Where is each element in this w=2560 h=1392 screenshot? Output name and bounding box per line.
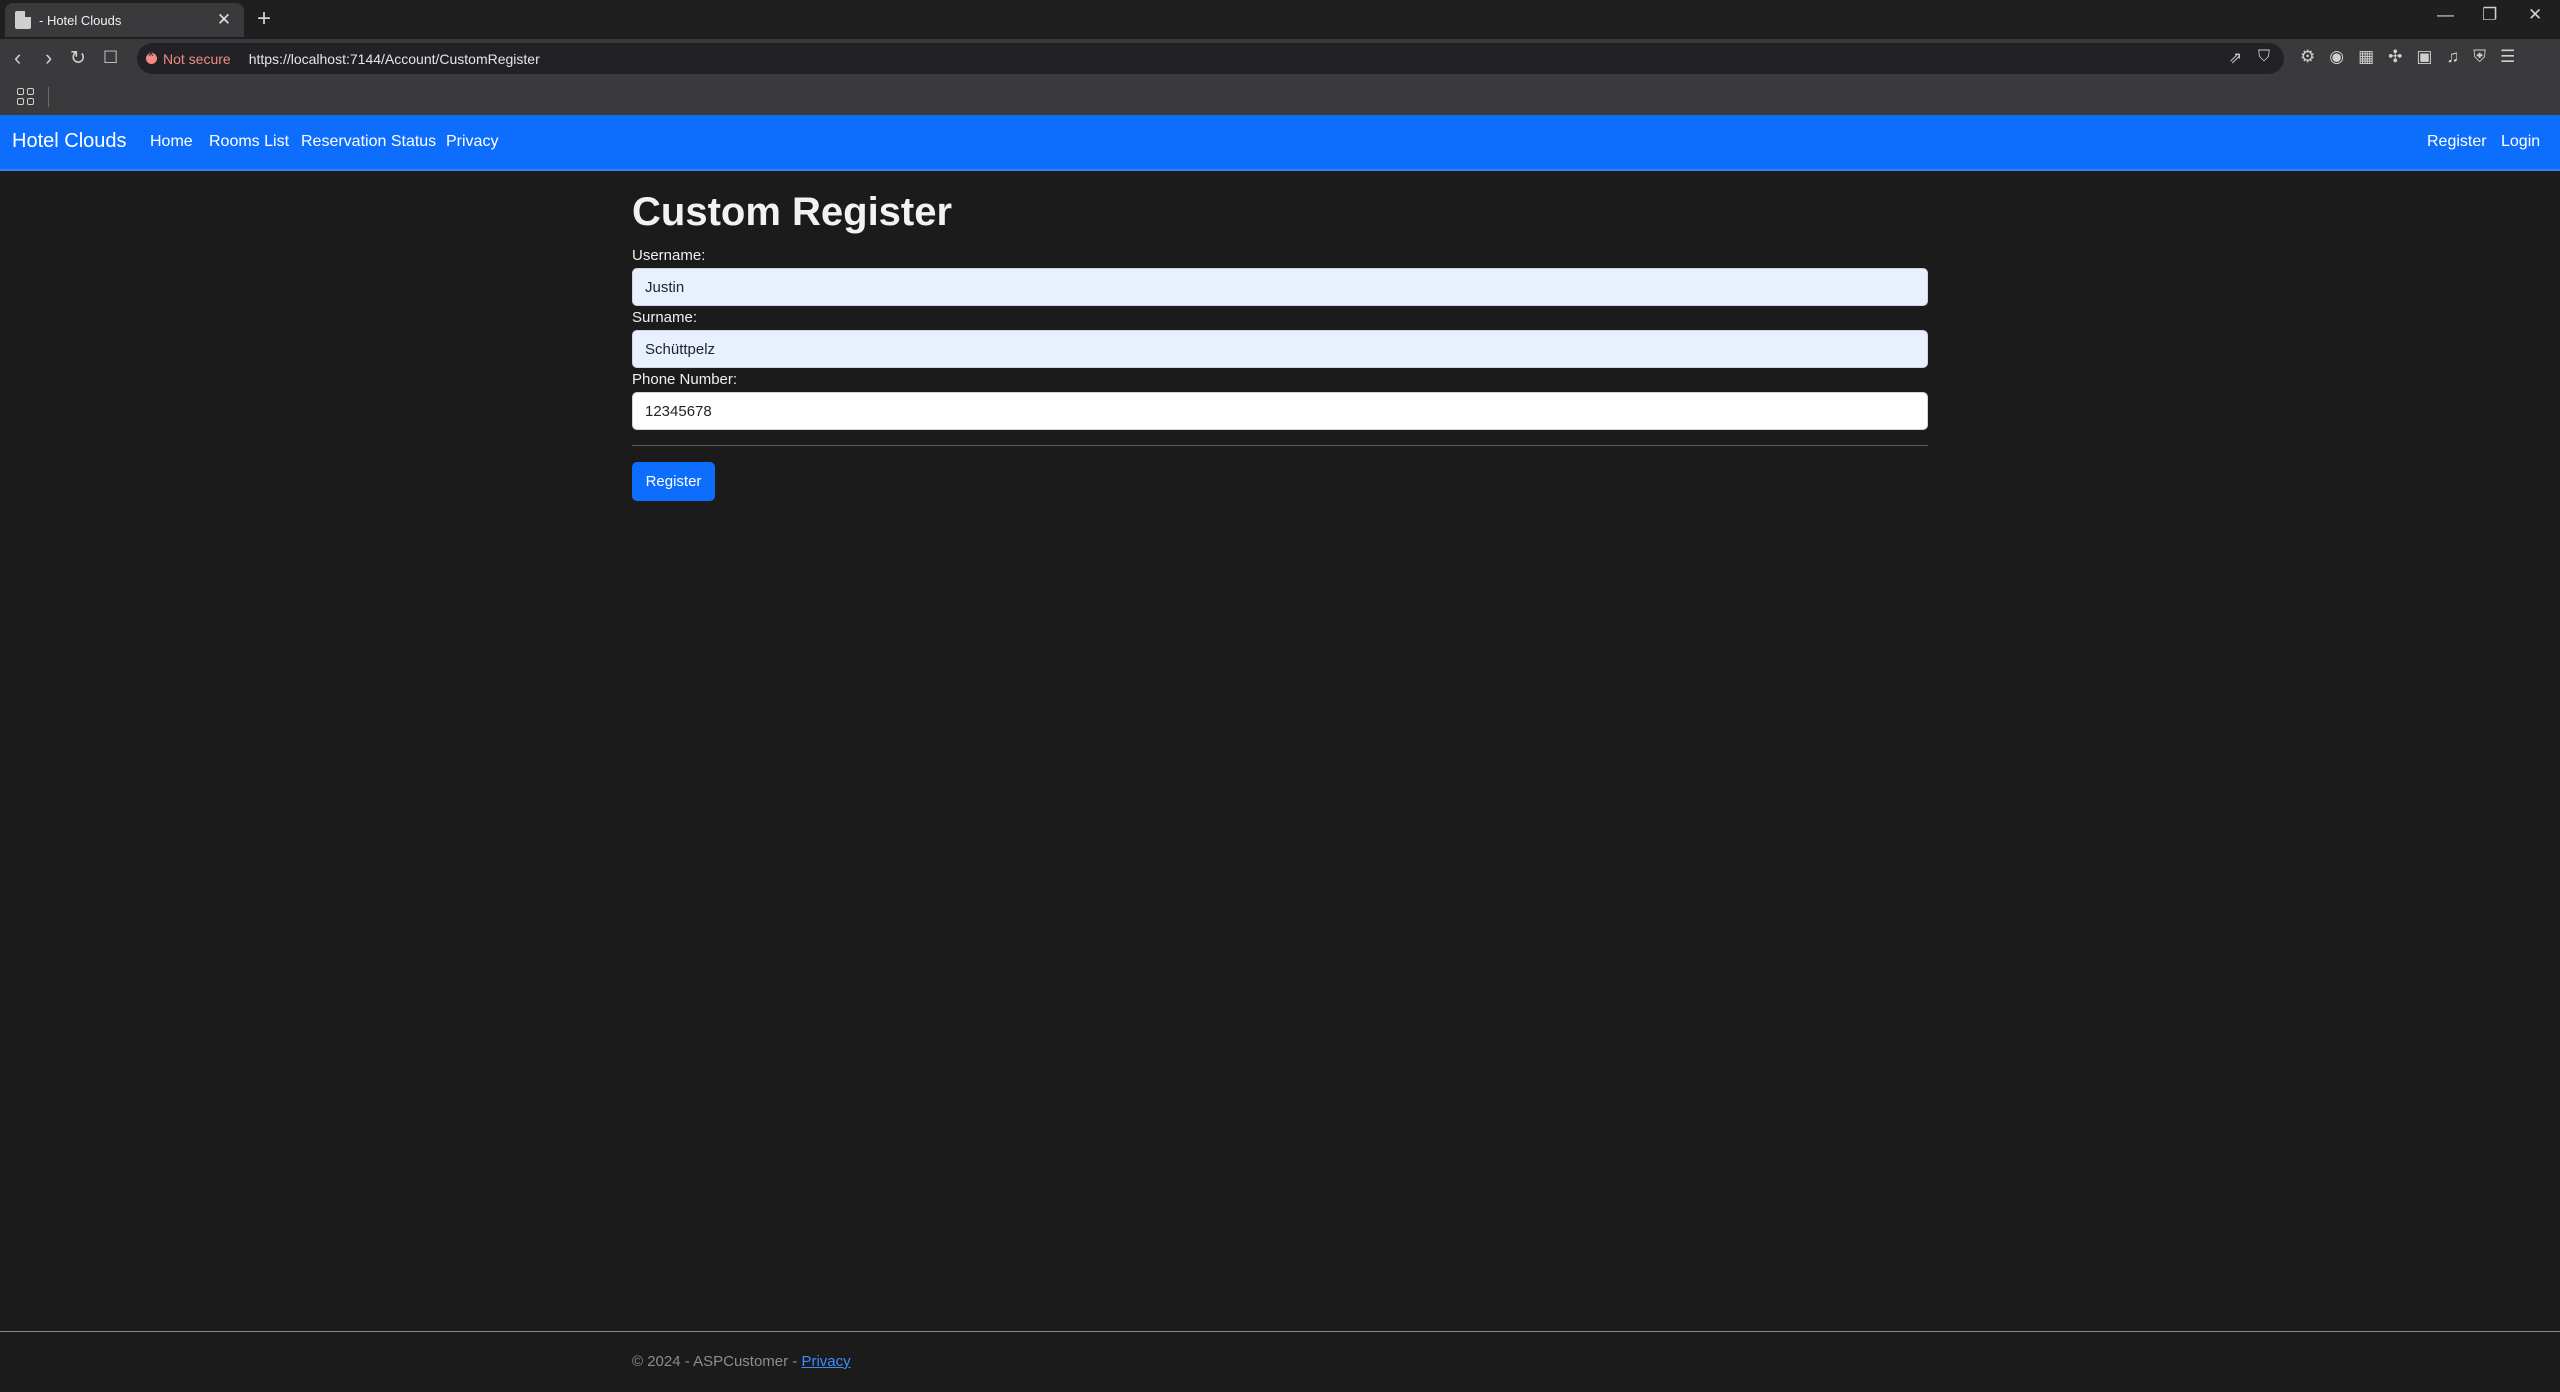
username-label: Username: [632, 247, 706, 264]
share-icon[interactable]: ⇗ [2229, 48, 2242, 68]
register-button[interactable]: Register [632, 462, 715, 501]
url-text[interactable]: https://localhost:7144/Account/CustomReg… [249, 51, 540, 67]
surname-label: Surname: [632, 309, 698, 326]
phone-number-label: Phone Number: [632, 371, 738, 388]
window-close-button[interactable]: ✕ [2528, 5, 2542, 25]
vpn-icon[interactable]: ⛨ [2473, 47, 2486, 67]
reload-icon[interactable]: ↻ [70, 47, 86, 70]
restore-button[interactable]: ❐ [2482, 5, 2497, 25]
browser-tabstrip: - Hotel Clouds ✕ + — ❐ ✕ [0, 0, 2560, 39]
not-secure-icon [146, 49, 157, 64]
security-indicator[interactable]: Not secure [163, 51, 231, 67]
back-icon[interactable]: ‹ [14, 45, 21, 71]
nav-link-login[interactable]: Login [2501, 133, 2540, 151]
site-navbar: Hotel Clouds Home Rooms List Reservation… [0, 115, 2560, 171]
page-title: Custom Register [632, 190, 953, 234]
extension-calendar-icon[interactable]: ▦ [2358, 47, 2374, 67]
footer-privacy-link[interactable]: Privacy [801, 1353, 850, 1370]
apps-grid-icon[interactable] [17, 88, 34, 105]
tab-title: - Hotel Clouds [39, 12, 122, 28]
menu-icon[interactable]: ☰ [2500, 47, 2515, 67]
extensions-puzzle-icon[interactable]: ✣ [2388, 47, 2402, 67]
page-icon [15, 11, 31, 29]
nav-link-rooms-list[interactable]: Rooms List [209, 133, 289, 151]
username-input[interactable] [632, 268, 1928, 306]
nav-link-reservation-status[interactable]: Reservation Status [301, 133, 436, 151]
brand-link[interactable]: Hotel Clouds [12, 130, 127, 153]
sidebar-icon[interactable]: ▣ [2416, 47, 2432, 67]
browser-tab[interactable]: - Hotel Clouds ✕ [5, 3, 244, 37]
footer-divider [0, 1331, 2560, 1332]
forward-icon[interactable]: › [45, 45, 52, 71]
form-divider [632, 445, 1928, 446]
surname-input[interactable] [632, 330, 1928, 368]
extension-audio-icon[interactable]: ◉ [2329, 47, 2344, 67]
phone-number-input[interactable] [632, 392, 1928, 430]
nav-link-privacy[interactable]: Privacy [446, 133, 498, 151]
tab-close-icon[interactable]: ✕ [214, 10, 234, 30]
address-bar[interactable]: Not secure https://localhost:7144/Accoun… [137, 43, 2284, 74]
extension-translate-icon[interactable]: ⚙ [2300, 47, 2315, 67]
bookmarks-divider [48, 87, 49, 107]
footer-copyright: © 2024 - ASPCustomer - [632, 1353, 802, 1370]
minimize-button[interactable]: — [2437, 5, 2454, 25]
bookmark-icon[interactable]: ☐ [103, 48, 118, 68]
brave-shield-icon[interactable]: ⛉ [2258, 48, 2270, 68]
new-tab-button[interactable]: + [257, 5, 271, 33]
media-icon[interactable]: ♫ [2446, 47, 2459, 67]
nav-link-home[interactable]: Home [150, 133, 193, 151]
footer: © 2024 - ASPCustomer - Privacy [632, 1353, 851, 1370]
browser-toolbar: ‹ › ↻ ☐ Not secure https://localhost:714… [0, 39, 2560, 79]
nav-link-register[interactable]: Register [2427, 133, 2487, 151]
bookmarks-bar [0, 79, 2560, 115]
